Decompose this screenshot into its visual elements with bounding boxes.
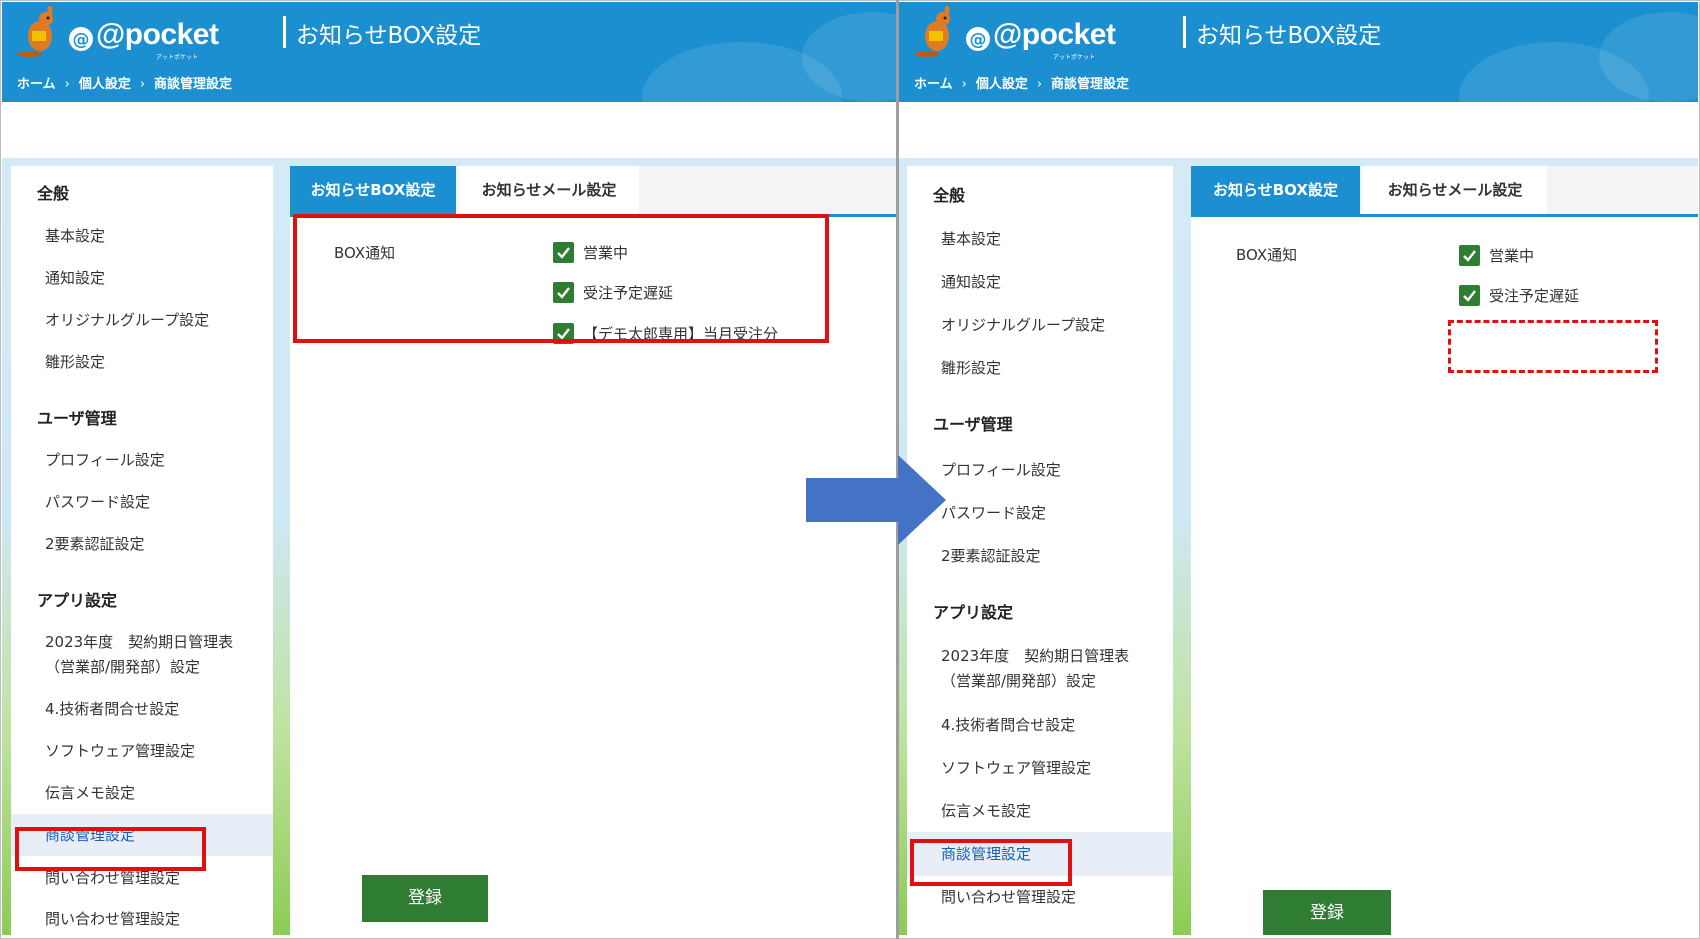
breadcrumb-separator: › [139, 77, 146, 92]
breadcrumb-separator: › [961, 77, 967, 92]
sidebar-item-notification[interactable]: 通知設定 [45, 266, 105, 291]
at-badge-icon: @ [966, 27, 990, 51]
sidebar-item-contract-deadline[interactable]: 2023年度 契約期日管理表 （営業部/開発部）設定 [45, 630, 233, 680]
breadcrumb-home[interactable]: ホーム [914, 77, 953, 92]
sidebar-item-original-group[interactable]: オリジナルグループ設定 [45, 308, 209, 333]
app-header: @ @pocket アットポケット お知らせBOX設定 ホーム › 個人設定 › 商談管… [899, 2, 1698, 102]
settings-sidebar: 全般 基本設定 通知設定 オリジナルグループ設定 雛形設定 ユーザ管理 プロフィ… [907, 166, 1173, 935]
white-band [899, 102, 1698, 158]
sidebar-item-label-line1: 2023年度 契約期日管理表 [45, 633, 234, 651]
kangaroo-icon [18, 6, 53, 57]
kangaroo-icon [915, 6, 950, 57]
breadcrumb-home[interactable]: ホーム [17, 77, 56, 92]
settings-sidebar: 全般 基本設定 通知設定 オリジナルグループ設定 雛形設定 ユーザ管理 プロフィ… [11, 166, 273, 935]
app-header: @ @pocket アットポケット お知らせBOX設定 ホーム › 個人設定 › 商談管… [2, 2, 896, 102]
sidebar-item-profile[interactable]: プロフィール設定 [941, 458, 1061, 483]
box-notification-label: BOX通知 [1236, 246, 1298, 264]
tab-mail-settings[interactable]: お知らせメール設定 [459, 166, 639, 214]
breadcrumb-separator: › [1036, 77, 1043, 92]
sidebar-item-label-line1: 2023年度 契約期日管理表 [941, 647, 1130, 665]
sidebar-item-template[interactable]: 雛形設定 [941, 356, 1001, 381]
sidebar-item-2fa[interactable]: 2要素認証設定 [45, 532, 145, 557]
logo-subtext: アットポケット [1053, 54, 1096, 61]
sidebar-item-inquiry-management-more[interactable]: 問い合わせ管理設定 [45, 907, 180, 932]
sidebar-heading-app: アプリ設定 [933, 603, 1014, 622]
submit-button[interactable]: 登録 [362, 875, 488, 922]
sidebar-item-label-line2: （営業部/開発部）設定 [45, 658, 201, 676]
logo-text: @pocket [993, 18, 1116, 51]
svg-text:@: @ [970, 30, 987, 50]
sidebar-heading-app: アプリ設定 [37, 591, 118, 610]
sidebar-item-password[interactable]: パスワード設定 [941, 501, 1046, 526]
sidebar-item-software[interactable]: ソフトウェア管理設定 [45, 739, 195, 764]
sidebar-item-password[interactable]: パスワード設定 [45, 490, 150, 515]
sidebar-item-basic[interactable]: 基本設定 [45, 224, 105, 249]
breadcrumb-personal-settings[interactable]: 個人設定 [976, 77, 1028, 92]
title-divider [1183, 16, 1186, 48]
settings-content: お知らせBOX設定 お知らせメール設定 BOX通知 営業中 受注予定遅延 登録 [1191, 166, 1698, 935]
sidebar-item-software[interactable]: ソフトウェア管理設定 [941, 756, 1091, 781]
pocket-logo[interactable]: @ @pocket アットポケット [913, 6, 1116, 61]
submit-button[interactable]: 登録 [1263, 890, 1391, 935]
sidebar-item-contract-deadline[interactable]: 2023年度 契約期日管理表 （営業部/開発部）設定 [941, 644, 1129, 694]
pocket-logo[interactable]: @ @pocket アットポケット [16, 6, 219, 61]
highlight-box-menu [910, 839, 1072, 886]
breadcrumb-personal-settings[interactable]: 個人設定 [79, 77, 131, 92]
highlight-box-checkboxes [293, 214, 829, 343]
checkbox-label: 受注予定遅延 [1489, 287, 1580, 305]
check-icon [1463, 290, 1476, 302]
sidebar-item-tech-inquiry[interactable]: 4.技術者問合せ設定 [45, 697, 179, 722]
removed-item-placeholder [1448, 320, 1658, 373]
sidebar-heading-user: ユーザ管理 [933, 415, 1013, 434]
breadcrumb-deal-settings: 商談管理設定 [154, 77, 233, 92]
logo-text: @pocket [96, 18, 219, 51]
page-title: お知らせBOX設定 [296, 23, 482, 49]
title-divider [283, 16, 286, 48]
sidebar-item-2fa[interactable]: 2要素認証設定 [941, 544, 1041, 569]
tab-box-settings[interactable]: お知らせBOX設定 [1191, 166, 1360, 214]
sidebar-item-profile[interactable]: プロフィール設定 [45, 448, 165, 473]
sidebar-item-label-line2: （営業部/開発部）設定 [941, 672, 1097, 690]
checkbox-checked[interactable] [1459, 245, 1480, 266]
check-icon [1463, 250, 1476, 262]
sidebar-heading-general: 全般 [933, 186, 966, 205]
sidebar-heading-general: 全般 [37, 184, 70, 203]
sidebar-heading-user: ユーザ管理 [37, 409, 117, 428]
breadcrumb: ホーム › 個人設定 › 商談管理設定 [17, 73, 232, 92]
after-panel: @ @pocket アットポケット お知らせBOX設定 ホーム › 個人設定 › 商談管… [899, 2, 1698, 935]
white-band [2, 102, 896, 158]
checkbox-row[interactable]: 受注予定遅延 [1459, 285, 1579, 306]
svg-text:@: @ [73, 30, 90, 50]
tab-mail-settings[interactable]: お知らせメール設定 [1363, 166, 1547, 214]
sidebar-item-template[interactable]: 雛形設定 [45, 350, 105, 375]
page-title: お知らせBOX設定 [1196, 23, 1382, 49]
checkbox-row[interactable]: 営業中 [1459, 245, 1534, 266]
breadcrumb-separator: › [64, 77, 70, 92]
sidebar-item-notification[interactable]: 通知設定 [941, 270, 1001, 295]
checkbox-label: 営業中 [1489, 247, 1535, 265]
logo-subtext: アットポケット [156, 54, 199, 61]
tab-box-settings[interactable]: お知らせBOX設定 [290, 166, 456, 214]
highlight-box-menu [15, 827, 206, 871]
sidebar-item-original-group[interactable]: オリジナルグループ設定 [941, 313, 1105, 338]
checkbox-checked[interactable] [1459, 285, 1480, 306]
at-badge-icon: @ [69, 27, 93, 51]
sidebar-item-basic[interactable]: 基本設定 [941, 227, 1001, 252]
sidebar-item-memo[interactable]: 伝言メモ設定 [45, 781, 135, 806]
sidebar-item-inquiry-management[interactable]: 問い合わせ管理設定 [941, 885, 1076, 910]
sidebar-item-tech-inquiry[interactable]: 4.技術者問合せ設定 [941, 713, 1075, 738]
sidebar-item-memo[interactable]: 伝言メモ設定 [941, 799, 1031, 824]
breadcrumb-deal-settings: 商談管理設定 [1051, 77, 1130, 92]
arrow-right-icon [806, 455, 946, 545]
before-panel: @ @pocket アットポケット お知らせBOX設定 ホーム › 個人設定 › 商談管… [2, 2, 896, 935]
breadcrumb: ホーム › 個人設定 › 商談管理設定 [914, 73, 1129, 92]
